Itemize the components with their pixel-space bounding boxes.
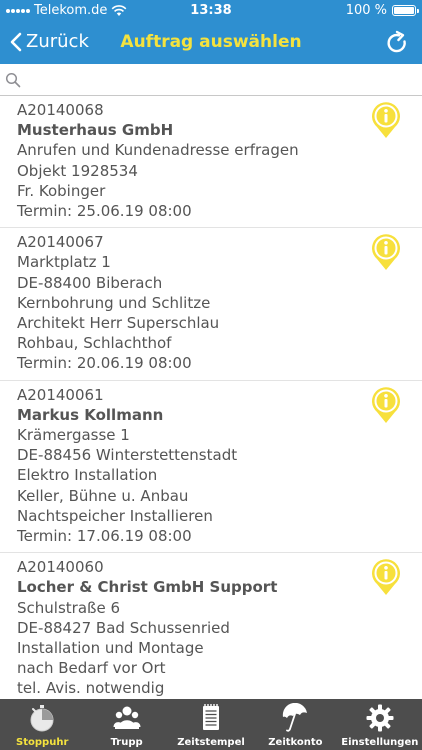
order-customer: Markus Kollmann [17, 405, 164, 424]
order-detail: DE-88400 Biberach [17, 273, 163, 292]
info-icon[interactable] [370, 232, 402, 272]
order-detail: nach Bedarf vor Ort [17, 659, 166, 678]
order-detail: Rohbau, Schlachthof [17, 334, 172, 353]
order-detail: Fr. Kobinger [17, 181, 106, 200]
refresh-icon[interactable] [384, 30, 410, 56]
tab-bar: Stoppuhr Trupp Zeitstempel Zeitkonto Ein… [0, 699, 422, 750]
notepad-icon [203, 704, 220, 730]
order-detail: Objekt 1928534 [17, 161, 138, 180]
order-detail: Architekt Herr Superschlau [17, 314, 220, 333]
nav-bar: Zurück Auftrag auswählen [0, 22, 422, 64]
stopwatch-icon [30, 705, 54, 732]
tab-zeitstempel[interactable]: Zeitstempel [169, 699, 253, 750]
order-number: A20140061 [17, 385, 104, 404]
order-detail: DE-88456 Winterstettenstadt [17, 446, 238, 465]
tab-einstellungen[interactable]: Einstellungen [338, 699, 422, 750]
order-detail: tel. Avis. notwendig [17, 679, 165, 698]
order-list: A20140068 Musterhaus GmbH Anrufen und Ku… [0, 96, 422, 699]
info-icon[interactable] [370, 385, 402, 425]
order-detail: Elektro Installation [17, 466, 158, 485]
battery-icon [392, 5, 419, 16]
tab-trupp[interactable]: Trupp [84, 699, 168, 750]
status-bar: Telekom.de 13:38 100 % [0, 0, 422, 22]
order-termin: Termin: 20.06.19 08:00 [17, 354, 192, 373]
order-number: A20140067 [17, 233, 104, 252]
order-detail: Keller, Bühne u. Anbau [17, 486, 189, 505]
order-termin: Termin: 17.06.19 08:00 [17, 527, 192, 546]
tab-label: Einstellungen [341, 737, 419, 748]
search-bar [0, 64, 422, 96]
umbrella-icon [283, 703, 308, 732]
tab-label: Trupp [110, 737, 143, 748]
battery-percent: 100 % [345, 3, 387, 18]
tab-stoppuhr[interactable]: Stoppuhr [0, 699, 84, 750]
order-customer: Musterhaus GmbH [17, 121, 174, 140]
tab-zeitkonto[interactable]: Zeitkonto [253, 699, 337, 750]
page-title: Auftrag auswählen [120, 32, 302, 52]
order-item[interactable]: A20140060 Locher & Christ GmbH Support S… [0, 553, 422, 699]
order-item[interactable]: A20140067 Marktplatz 1 DE-88400 Biberach… [0, 228, 422, 381]
order-customer: Locher & Christ GmbH Support [17, 578, 278, 597]
order-detail: Kernbohrung und Schlitze [17, 293, 211, 312]
top-header: Telekom.de 13:38 100 % Zurück Auftrag au… [0, 0, 422, 64]
info-icon[interactable] [370, 557, 402, 597]
order-number: A20140060 [17, 558, 104, 577]
order-detail: Schulstraße 6 [17, 598, 120, 617]
order-detail: Marktplatz 1 [17, 253, 111, 272]
order-termin: Termin: 25.06.19 08:00 [17, 202, 192, 221]
order-detail: DE-88427 Bad Schussenried [17, 618, 230, 637]
tab-label: Zeitstempel [177, 737, 245, 748]
order-number: A20140068 [17, 101, 104, 119]
order-detail: Installation und Montage [17, 639, 204, 658]
team-icon [113, 706, 141, 729]
gear-icon [366, 704, 394, 732]
order-detail: Krämergasse 1 [17, 426, 130, 445]
status-right: 100 % [345, 3, 419, 18]
order-item[interactable]: A20140061 Markus Kollmann Krämergasse 1 … [0, 381, 422, 554]
order-item[interactable]: A20140068 Musterhaus GmbH Anrufen und Ku… [0, 96, 422, 229]
tab-label: Stoppuhr [16, 737, 69, 748]
search-icon [5, 72, 21, 88]
search-input[interactable] [24, 68, 418, 92]
order-detail: Anrufen und Kundenadresse erfragen [17, 141, 299, 160]
tab-label: Zeitkonto [268, 737, 323, 748]
info-icon[interactable] [370, 100, 402, 140]
order-detail: Nachtspeicher Installieren [17, 506, 213, 525]
